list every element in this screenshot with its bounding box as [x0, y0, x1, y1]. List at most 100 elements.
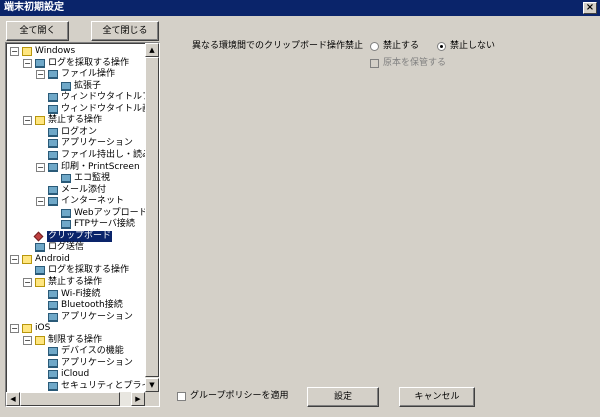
tree-vertical-scrollbar[interactable]: ▲ ▼: [145, 43, 159, 392]
tree-toggle-icon[interactable]: −: [10, 254, 19, 264]
monitor-icon: [48, 381, 58, 391]
monitor-icon: [48, 358, 58, 368]
tree-node[interactable]: デバイスの機能: [8, 346, 146, 357]
tree-node[interactable]: ウィンドウタイトル画面キ: [8, 104, 146, 115]
monitor-icon: [48, 127, 58, 137]
tree-node[interactable]: iCloud: [8, 369, 146, 380]
monitor-icon: [61, 81, 71, 91]
cancel-button[interactable]: キャンセル: [399, 387, 475, 407]
tree-node[interactable]: − iOS: [8, 323, 146, 334]
tree-node[interactable]: アプリケーション: [8, 358, 146, 369]
tree-node[interactable]: アプリケーション: [8, 138, 146, 149]
tree-toggle-icon[interactable]: −: [23, 335, 32, 345]
monitor-icon: [48, 70, 58, 80]
tree-node-label: iOS: [35, 323, 51, 334]
tree-node[interactable]: ログ送信: [8, 242, 146, 253]
monitor-icon: [48, 312, 58, 322]
monitor-icon: [35, 58, 45, 68]
monitor-icon: [61, 208, 71, 218]
tree-node[interactable]: − 印刷・PrintScreen: [8, 162, 146, 173]
tree-node[interactable]: ログを採取する操作: [8, 265, 146, 276]
apply-button[interactable]: 設定: [307, 387, 379, 407]
scroll-right-arrow-icon[interactable]: ▶: [131, 392, 145, 406]
folder-icon: [35, 335, 45, 345]
group-policy-label[interactable]: グループポリシーを適用: [190, 390, 288, 402]
tree-toggle-icon[interactable]: −: [10, 47, 19, 56]
tree-node[interactable]: クリップボード: [8, 230, 146, 242]
collapse-all-button[interactable]: 全て閉じる: [91, 21, 159, 41]
tree-node-label: 禁止する操作: [48, 277, 103, 287]
tree-node[interactable]: − 禁止する操作: [8, 277, 146, 288]
tree-node-label: Windows: [35, 46, 76, 56]
tree-toggle-icon[interactable]: −: [36, 70, 45, 80]
tree-node[interactable]: セキュリティとプライバシ: [8, 381, 146, 391]
tree-node[interactable]: − インターネット: [8, 196, 146, 207]
tree-node-label: ログを採取する操作: [48, 265, 130, 276]
folder-icon: [22, 47, 32, 56]
allow-radio-label[interactable]: 禁止しない: [450, 40, 495, 52]
scroll-left-arrow-icon[interactable]: ◀: [6, 392, 20, 406]
tree-node[interactable]: ファイル持出し・読み込み: [8, 150, 146, 161]
title-bar: 端末初期設定 ×: [0, 0, 600, 16]
tree-toggle-icon[interactable]: −: [10, 324, 19, 334]
tree-node[interactable]: Wi-Fi接続: [8, 289, 146, 300]
tree-node[interactable]: エコ監視: [8, 173, 146, 184]
prohibit-radio[interactable]: [370, 42, 379, 51]
tree-node[interactable]: ログオン: [8, 127, 146, 138]
tree-node[interactable]: Bluetooth接続: [8, 300, 146, 311]
tree-node-label: アプリケーション: [61, 311, 133, 322]
allow-radio[interactable]: [437, 42, 446, 51]
monitor-icon: [35, 243, 45, 253]
horizontal-scroll-thumb[interactable]: [20, 392, 120, 406]
tree-node[interactable]: − 制限する操作: [8, 335, 146, 346]
monitor-icon: [48, 139, 58, 149]
expand-all-button[interactable]: 全て開く: [6, 21, 69, 41]
tree-toggle-icon[interactable]: −: [23, 58, 32, 68]
tree-node-label: iCloud: [61, 369, 90, 380]
vertical-scroll-thumb[interactable]: [145, 57, 159, 377]
monitor-icon: [48, 347, 58, 357]
tree-node-label: クリップボード: [47, 230, 113, 242]
monitor-icon: [48, 301, 58, 311]
tree-node[interactable]: − ログを採取する操作: [8, 58, 146, 69]
tree-node-label: 制限する操作: [48, 334, 103, 345]
window-title: 端末初期設定: [4, 2, 64, 13]
scroll-up-arrow-icon[interactable]: ▲: [145, 43, 159, 57]
tree-node[interactable]: アプリケーション: [8, 312, 146, 323]
tree-node-label: 拡張子: [74, 80, 102, 91]
tree-node[interactable]: − 禁止する操作: [8, 115, 146, 126]
tree-toggle-icon[interactable]: −: [23, 278, 32, 287]
tree-node-label: ログを採取する操作: [48, 57, 130, 68]
monitor-icon: [48, 197, 58, 207]
tree-node[interactable]: FTPサーバ接続: [8, 219, 146, 230]
tree-toggle-icon[interactable]: −: [23, 116, 32, 126]
tree-node-label: メール添付: [61, 184, 107, 195]
tree-content: −Windows−ログを採取する操作−ファイル操作拡張子ウィンドウタイトルフィル…: [8, 45, 146, 391]
scroll-down-arrow-icon[interactable]: ▼: [145, 378, 159, 392]
tree-node[interactable]: − ファイル操作: [8, 69, 146, 80]
keep-original-checkbox[interactable]: [370, 59, 379, 68]
tree-node[interactable]: ウィンドウタイトルフィル: [8, 92, 146, 103]
tree-node-label: FTPサーバ接続: [74, 219, 135, 230]
monitor-icon: [61, 220, 71, 230]
monitor-icon: [48, 185, 58, 195]
tree-node-label: アプリケーション: [61, 138, 133, 149]
close-button[interactable]: ×: [583, 2, 597, 14]
tree-node[interactable]: − Android: [8, 254, 146, 265]
settings-tree[interactable]: −Windows−ログを採取する操作−ファイル操作拡張子ウィンドウタイトルフィル…: [5, 42, 160, 407]
tree-node[interactable]: Webアップロード・ダ: [8, 208, 146, 219]
scroll-corner: [145, 392, 159, 406]
tree-node-label: ログオン: [61, 126, 98, 137]
tree-toggle-icon[interactable]: −: [36, 197, 45, 207]
tree-node[interactable]: メール添付: [8, 185, 146, 196]
tree-node[interactable]: 拡張子: [8, 81, 146, 92]
tree-node-label: エコ監視: [74, 173, 111, 184]
group-policy-checkbox[interactable]: [177, 392, 186, 401]
tree-toggle-icon[interactable]: −: [36, 162, 45, 172]
tree-node[interactable]: − Windows: [8, 46, 146, 57]
tree-node-label: Webアップロード・ダ: [74, 207, 146, 218]
tree-horizontal-scrollbar[interactable]: ◀ ▶: [6, 392, 145, 406]
tree-node-label: Android: [35, 253, 70, 264]
prohibit-radio-label[interactable]: 禁止する: [383, 40, 419, 52]
tree-node-label: 禁止する操作: [48, 115, 103, 126]
